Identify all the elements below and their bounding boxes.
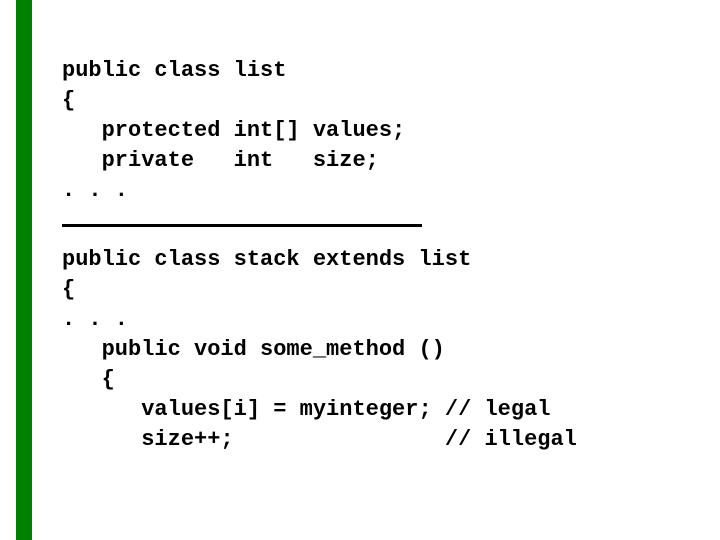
slide: public class list { protected int[] valu… [0, 0, 720, 540]
code-area: public class list { protected int[] valu… [62, 56, 690, 455]
code-line: { [62, 86, 690, 116]
code-line: . . . [62, 176, 690, 206]
code-line: . . . [62, 305, 690, 335]
divider [62, 224, 422, 227]
code-line: protected int[] values; [62, 116, 690, 146]
code-line: size++; // illegal [62, 425, 690, 455]
code-line: public class stack extends list [62, 245, 690, 275]
code-line: public void some_method () [62, 335, 690, 365]
code-line: { [62, 365, 690, 395]
code-line: values[i] = myinteger; // legal [62, 395, 690, 425]
code-line: public class list [62, 56, 690, 86]
accent-bar [16, 0, 32, 540]
code-line: { [62, 275, 690, 305]
code-line: private int size; [62, 146, 690, 176]
